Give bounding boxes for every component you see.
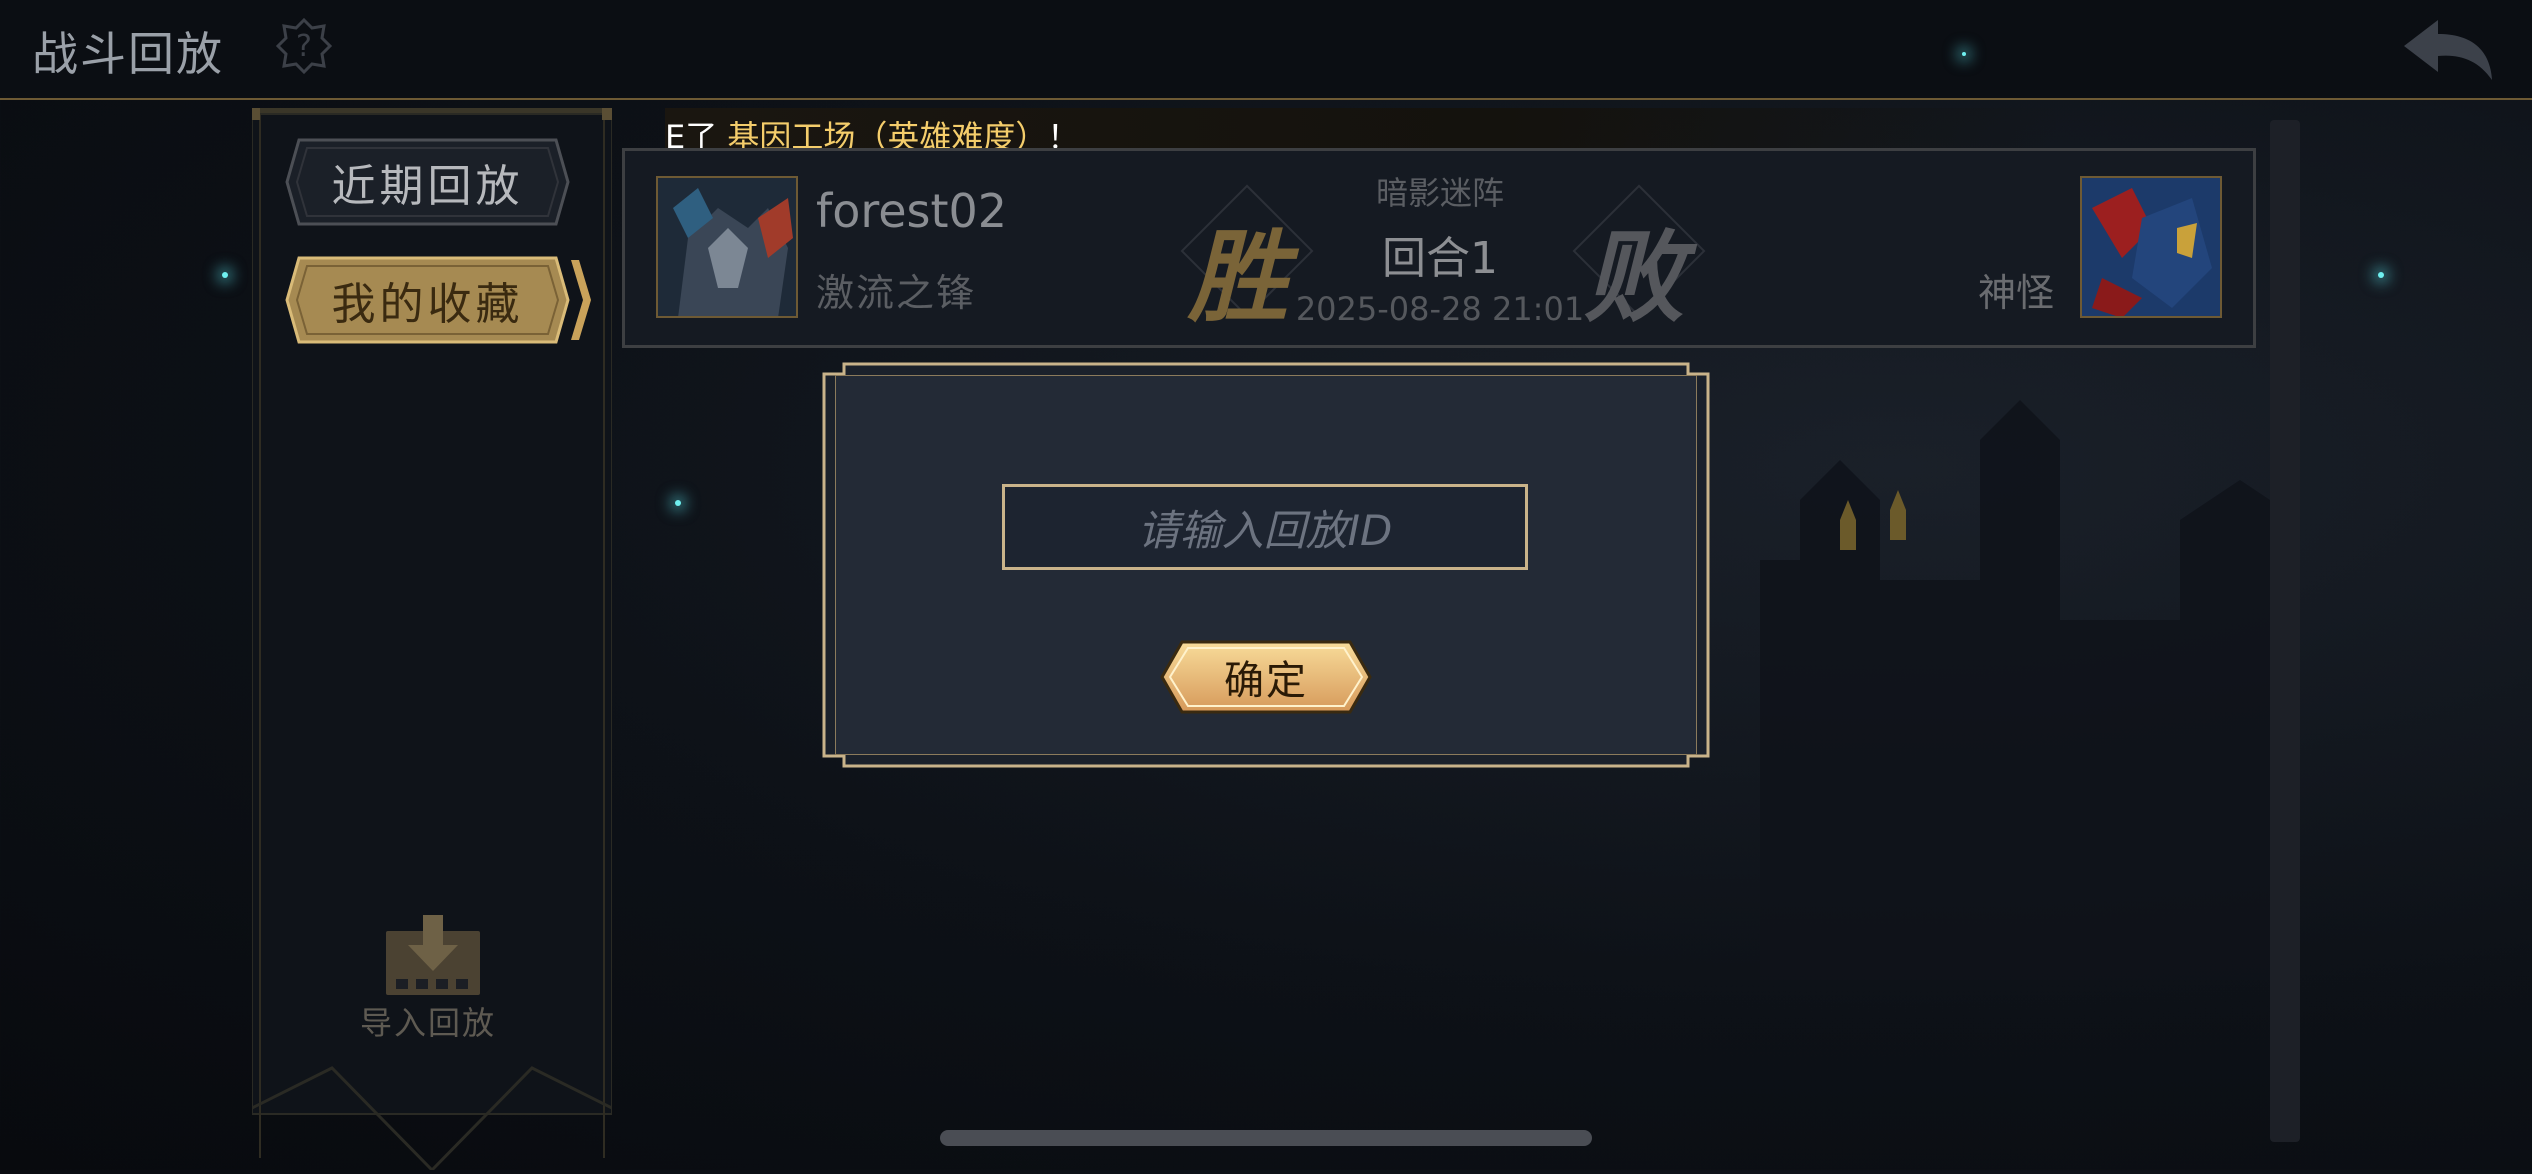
star-decoration bbox=[675, 500, 681, 506]
import-download-icon[interactable] bbox=[380, 915, 486, 1005]
import-replay-label[interactable]: 导入回放 bbox=[360, 998, 496, 1044]
result-lose-mark: 败 bbox=[1584, 219, 1684, 336]
top-bar bbox=[0, 0, 2532, 100]
player-avatar[interactable] bbox=[656, 176, 798, 318]
confirm-label: 确定 bbox=[1224, 658, 1308, 704]
opponent-avatar[interactable] bbox=[2080, 176, 2222, 318]
round-label: 回合1 bbox=[1382, 233, 1498, 284]
tab-my-favorites[interactable]: 我的收藏 bbox=[285, 256, 591, 344]
replay-id-input[interactable]: 请输入回放ID bbox=[1002, 484, 1528, 570]
opponent-name: 神怪 bbox=[1978, 271, 2055, 315]
home-indicator[interactable] bbox=[940, 1130, 1592, 1146]
result-win-mark: 胜 bbox=[1188, 219, 1288, 336]
star-decoration bbox=[2378, 272, 2384, 278]
tab-recent-replays[interactable]: 近期回放 bbox=[285, 138, 570, 226]
list-scrollbar[interactable] bbox=[2270, 120, 2300, 1142]
player-title: 激流之锋 bbox=[816, 271, 977, 315]
star-decoration bbox=[222, 272, 228, 278]
help-icon[interactable]: ? bbox=[275, 17, 333, 75]
page-title: 战斗回放 bbox=[32, 27, 224, 81]
tab-recent-label: 近期回放 bbox=[331, 161, 524, 212]
star-decoration bbox=[1962, 52, 1966, 56]
svg-text:?: ? bbox=[296, 29, 312, 64]
back-arrow-icon[interactable] bbox=[2398, 14, 2498, 86]
map-name: 暗影迷阵 bbox=[1375, 174, 1504, 212]
replay-datetime: 2025-08-28 21:01 bbox=[1295, 290, 1585, 328]
player-name: forest02 bbox=[816, 184, 1008, 238]
replay-id-placeholder: 请输入回放ID bbox=[1137, 505, 1393, 555]
confirm-button[interactable]: 确定 bbox=[1160, 640, 1372, 714]
castle-silhouette bbox=[1720, 380, 2420, 980]
tab-favorites-label: 我的收藏 bbox=[331, 279, 524, 330]
